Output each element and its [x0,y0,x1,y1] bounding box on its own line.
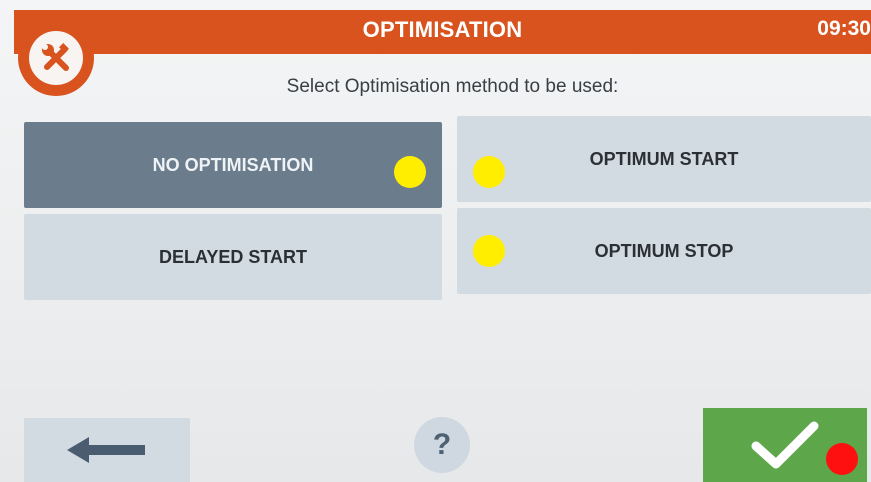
option-no-optimisation[interactable]: NO OPTIMISATION [24,122,442,208]
page-title: OPTIMISATION [362,17,523,42]
clock: 09:30 [817,17,871,40]
arrow-left-icon [67,437,145,463]
yellow-marker [473,235,505,267]
back-button[interactable] [24,418,190,482]
yellow-marker [394,156,426,188]
header-bar: OPTIMISATION 09:30 [14,10,871,54]
yellow-marker [473,156,505,188]
option-delayed-start[interactable]: DELAYED START [24,214,442,300]
option-optimum-start[interactable]: OPTIMUM START [457,116,871,202]
tools-icon [42,43,69,71]
checkmark-icon [751,421,819,469]
screen: OPTIMISATION 09:30 Select Optimisation m… [0,0,871,482]
option-optimum-stop[interactable]: OPTIMUM STOP [457,208,871,294]
instruction-text: Select Optimisation method to be used: [286,76,619,97]
help-button[interactable]: ? [414,417,470,473]
red-marker [826,443,858,475]
